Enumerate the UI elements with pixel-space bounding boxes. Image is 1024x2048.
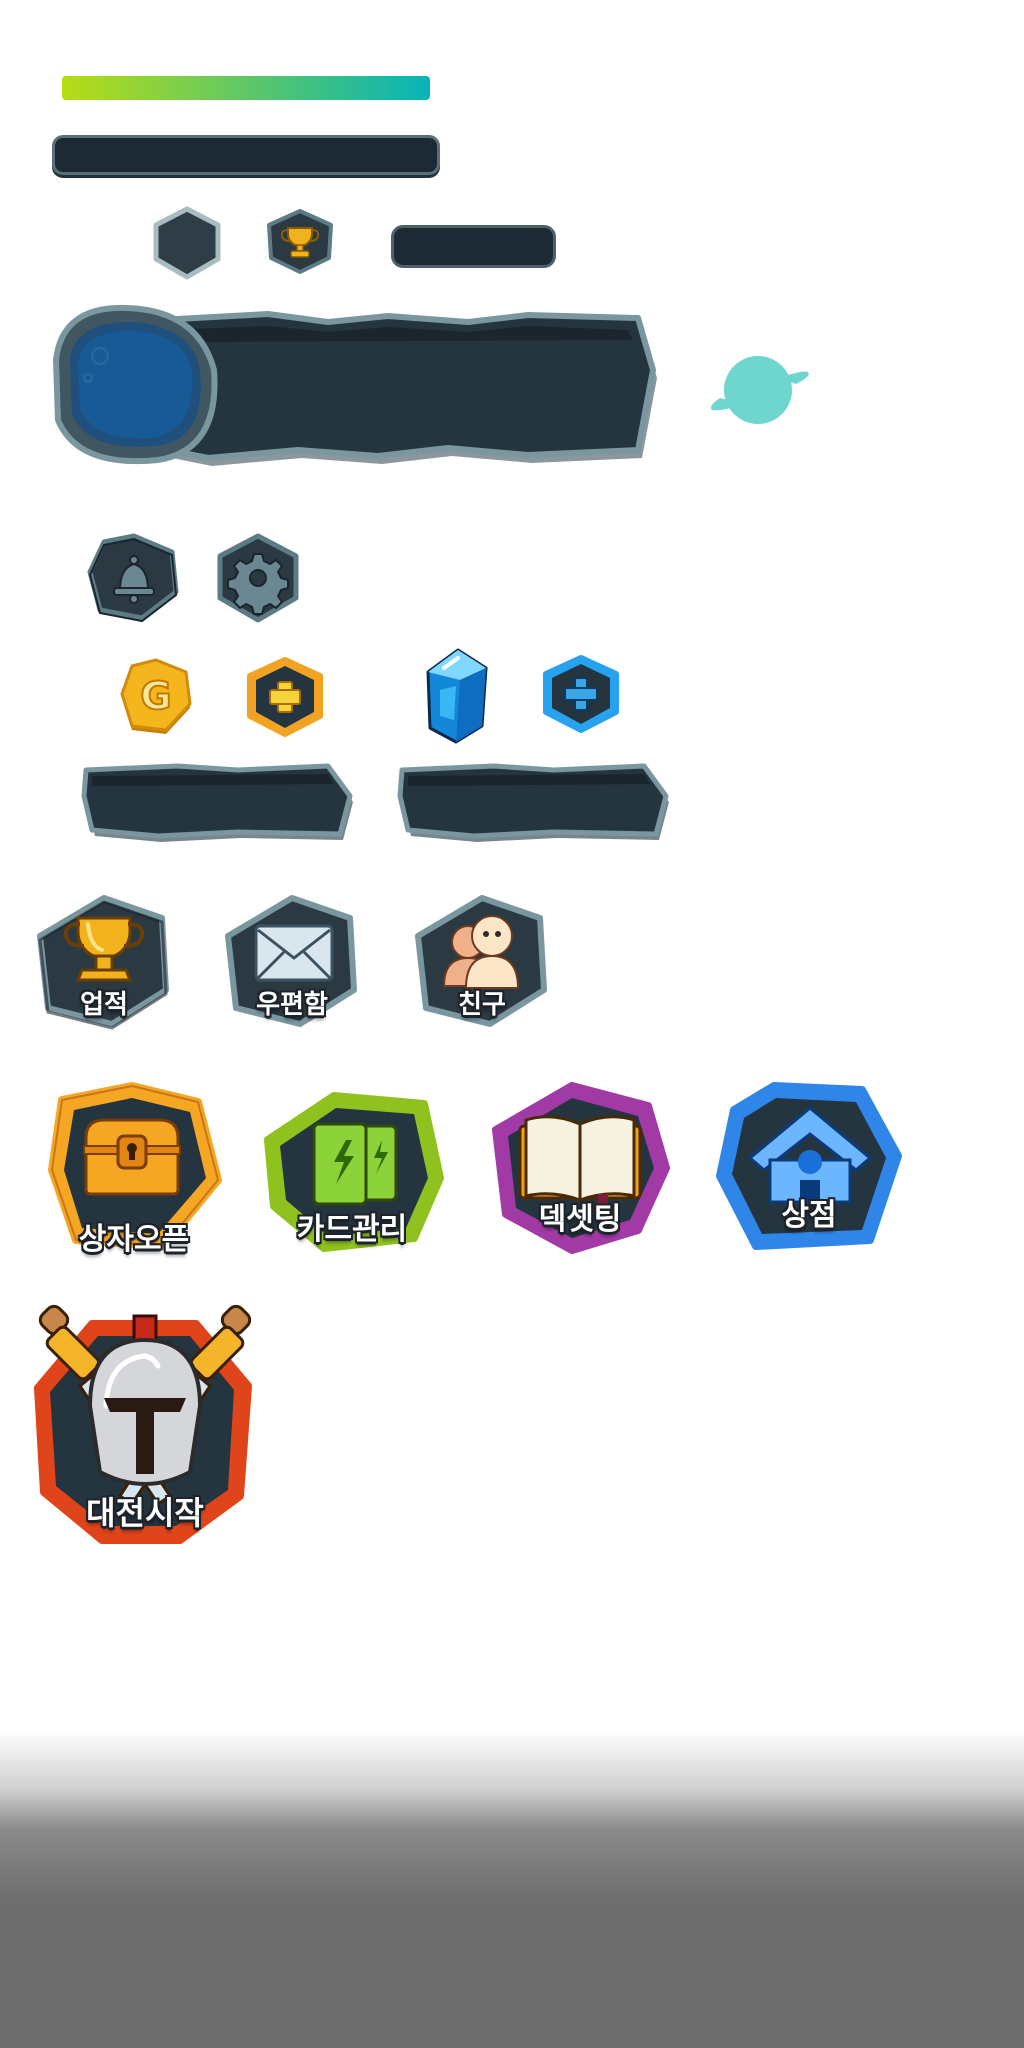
add-gem-button[interactable]	[538, 652, 624, 736]
menu-open-chest-label: 상자오픈	[78, 1222, 190, 1257]
bell-icon	[87, 533, 179, 623]
menu-mailbox[interactable]: 우편함	[222, 890, 362, 1030]
rank-bar	[391, 225, 556, 268]
menu-card-management-label: 카드관리	[296, 1212, 408, 1247]
plus-icon	[247, 657, 323, 737]
battle-start-button[interactable]: 대전시작	[30, 1296, 260, 1546]
notification-button[interactable]	[86, 532, 182, 623]
menu-mailbox-label: 우편함	[256, 990, 328, 1020]
menu-card-management[interactable]: 카드관리	[264, 1088, 444, 1264]
trophy-icon	[267, 209, 333, 274]
planet-icon	[711, 356, 809, 424]
gold-coin: G	[116, 654, 196, 738]
trophy-rank-badge[interactable]	[264, 208, 336, 274]
gold-symbol: G	[140, 674, 171, 718]
menu-friends[interactable]: 친구	[412, 890, 552, 1030]
menu-shop-label: 상점	[781, 1198, 837, 1233]
gear-icon	[217, 533, 299, 623]
plus-icon	[543, 655, 619, 733]
chest-icon	[83, 1118, 181, 1196]
mail-icon	[254, 924, 334, 982]
battle-start-label: 대전시작	[86, 1494, 204, 1532]
planet-button[interactable]	[706, 350, 812, 430]
xp-progress-fill	[62, 76, 430, 100]
profile-hex-slot[interactable]	[150, 206, 224, 280]
blue-gem-icon	[426, 648, 488, 744]
menu-achievements[interactable]: 업적	[34, 890, 174, 1030]
menu-deck-setting[interactable]: 덱셋팅	[490, 1080, 670, 1256]
xp-progress-bar	[62, 76, 430, 100]
menu-open-chest[interactable]: 상자오픈	[46, 1080, 222, 1260]
menu-shop[interactable]: 상점	[714, 1080, 904, 1256]
add-gold-button[interactable]	[242, 654, 328, 740]
gold-amount-bar	[78, 756, 354, 842]
gold-coin-icon: G	[120, 658, 192, 734]
hexagon-icon	[153, 206, 221, 280]
settings-button[interactable]	[212, 532, 304, 624]
cards-icon	[312, 1122, 398, 1206]
menu-deck-setting-label: 덱셋팅	[538, 1202, 622, 1237]
menu-achievements-label: 업적	[80, 990, 128, 1020]
blue-gem	[420, 646, 496, 746]
gem-amount-bar	[394, 756, 670, 842]
menu-friends-label: 친구	[458, 990, 506, 1020]
profile-avatar-frame[interactable]	[60, 318, 210, 458]
name-bar	[52, 135, 440, 175]
